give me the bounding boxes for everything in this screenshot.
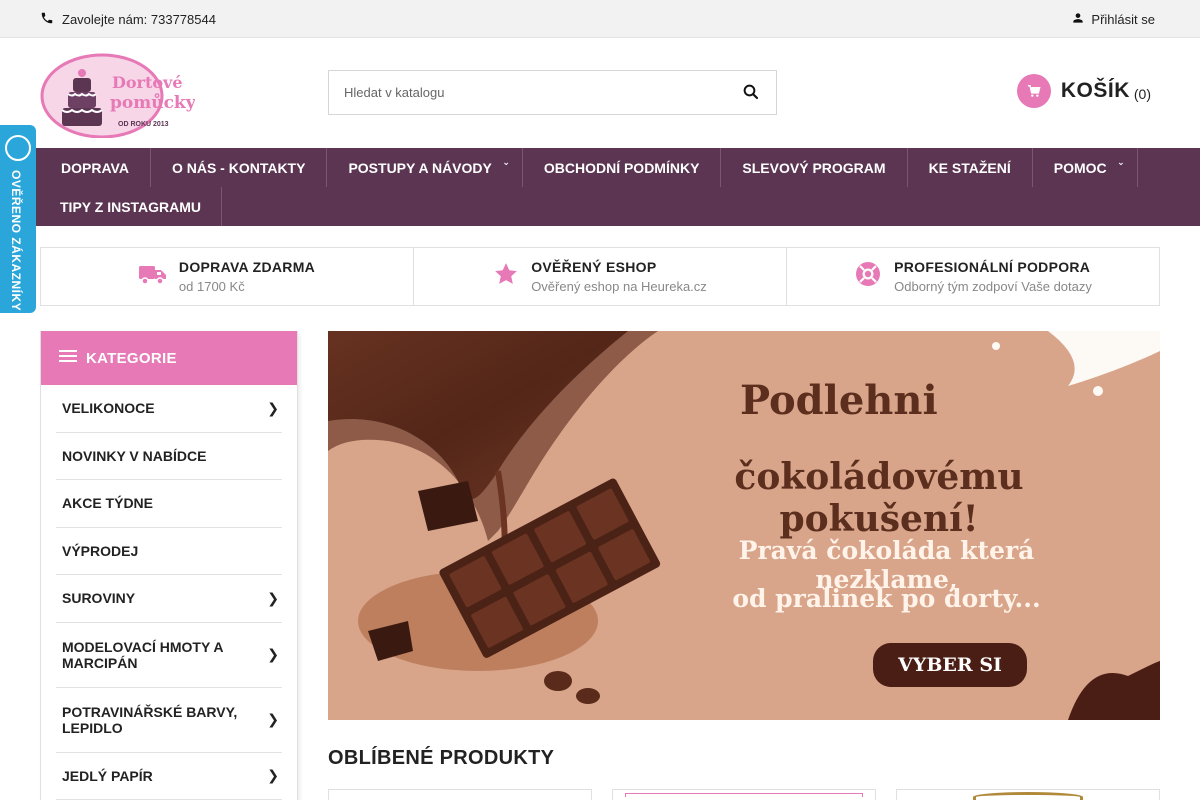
phone-text: Zavolejte nám: 733778544 xyxy=(62,12,216,27)
logo[interactable]: Dortové pomůcky OD ROKU 2013 xyxy=(40,48,197,139)
nav-item-postupy[interactable]: POSTUPY A NÁVODY ⌄ xyxy=(327,148,523,187)
cart-button[interactable]: KOŠÍK (0) xyxy=(1016,74,1151,108)
product-card[interactable] xyxy=(612,789,876,800)
product-image xyxy=(973,792,1083,800)
feature-subtitle: od 1700 Kč xyxy=(178,279,245,294)
chevron-right-icon: ❯ xyxy=(267,646,279,662)
star-icon xyxy=(493,261,519,292)
category-item-suroviny[interactable]: SUROVINY ❯ xyxy=(56,575,282,623)
nav-item-label: POSTUPY A NÁVODY xyxy=(348,159,492,176)
nav-item-label: OBCHODNÍ PODMÍNKY xyxy=(543,159,700,176)
chevron-right-icon: ❯ xyxy=(267,767,279,784)
svg-text:Dortové: Dortové xyxy=(112,73,183,92)
nav-item-label: TIPY Z INSTAGRAMU xyxy=(60,198,202,215)
badge-text: OVĚŘENO ZÁKAZNÍKY xyxy=(9,170,23,312)
nav-item-label: POMOC xyxy=(1053,159,1107,176)
category-label: SUROVINY xyxy=(62,590,136,607)
product-image xyxy=(625,793,863,797)
chevron-right-icon: ❯ xyxy=(267,711,279,727)
category-label: POTRAVINÁŘSKÉ BARVY, LEPIDLO xyxy=(62,703,238,736)
search-box xyxy=(328,70,777,115)
search-input[interactable] xyxy=(329,71,719,114)
feature-pro-support: PROFESIONÁLNÍ PODPORA Odborný tým zodpov… xyxy=(787,248,1159,305)
nav-item-pomoc[interactable]: POMOC ⌄ xyxy=(1033,148,1138,187)
nav-item-label: SLEVOVÝ PROGRAM xyxy=(742,159,886,176)
category-item-vyprodej[interactable]: VÝPRODEJ xyxy=(56,528,282,575)
category-item-barvy-lepidlo[interactable]: POTRAVINÁŘSKÉ BARVY, LEPIDLO ❯ xyxy=(56,688,282,753)
feature-title: DOPRAVA ZDARMA xyxy=(178,259,316,275)
nav-item-label: DOPRAVA xyxy=(61,159,129,176)
chevron-right-icon: ❯ xyxy=(267,399,279,416)
features-bar: DOPRAVA ZDARMA od 1700 Kč OVĚŘENÝ ESHOP … xyxy=(40,247,1160,306)
feature-subtitle: Odborný tým zodpoví Vaše dotazy xyxy=(894,279,1092,294)
category-item-velikonoce[interactable]: VELIKONOCE ❯ xyxy=(56,385,282,433)
category-label: AKCE TÝDNE xyxy=(62,495,154,512)
chevron-right-icon: ❯ xyxy=(267,589,279,606)
chevron-down-icon: ⌄ xyxy=(502,157,510,167)
category-sidebar: KATEGORIE VELIKONOCE ❯ NOVINKY V NABÍDCE … xyxy=(40,331,298,800)
feature-title: PROFESIONÁLNÍ PODPORA xyxy=(894,259,1091,275)
banner-headline: Podlehni xyxy=(740,377,938,424)
feature-title: OVĚŘENÝ ESHOP xyxy=(531,259,657,275)
lifebuoy-icon xyxy=(854,260,882,293)
favorites-heading: OBLÍBENÉ PRODUKTY xyxy=(328,747,555,769)
nav-item-o-nas[interactable]: O NÁS - KONTAKTY xyxy=(151,148,328,187)
cart-count: (0) xyxy=(1133,86,1151,102)
category-label: MODELOVACÍ HMOTY A MARCIPÁN xyxy=(62,638,223,671)
svg-text:OD ROKU 2013: OD ROKU 2013 xyxy=(118,121,169,128)
phone-contact[interactable]: Zavolejte nám: 733778544 xyxy=(40,11,216,28)
feature-verified-eshop: OVĚŘENÝ ESHOP Ověřený eshop na Heureka.c… xyxy=(414,248,787,305)
top-bar: Zavolejte nám: 733778544 Přihlásit se xyxy=(0,0,1200,38)
login-text: Přihlásit se xyxy=(1091,12,1155,27)
heureka-icon xyxy=(5,135,31,161)
svg-text:pomůcky: pomůcky xyxy=(110,92,195,113)
nav-item-doprava[interactable]: DOPRAVA xyxy=(40,148,151,187)
nav-item-label: O NÁS - KONTAKTY xyxy=(171,159,306,176)
category-item-modelovaci-hmoty[interactable]: MODELOVACÍ HMOTY A MARCIPÁN ❯ xyxy=(56,623,282,688)
category-header[interactable]: KATEGORIE xyxy=(41,331,297,385)
nav-item-slevovy-program[interactable]: SLEVOVÝ PROGRAM xyxy=(721,148,908,187)
category-item-novinky[interactable]: NOVINKY V NABÍDCE xyxy=(56,433,282,480)
category-heading: KATEGORIE xyxy=(86,349,177,367)
login-link[interactable]: Přihlásit se xyxy=(1071,11,1155,28)
banner-cta-button[interactable]: VYBER SI xyxy=(873,643,1027,687)
cart-label: KOŠÍK xyxy=(1060,79,1130,102)
category-label: VELIKONOCE xyxy=(62,400,155,417)
product-card[interactable] xyxy=(328,789,592,800)
menu-icon xyxy=(59,349,77,367)
nav-item-ke-stazeni[interactable]: KE STAŽENÍ xyxy=(908,148,1033,187)
category-label: JEDLÝ PAPÍR xyxy=(62,767,153,784)
truck-icon xyxy=(138,263,167,290)
feature-free-shipping: DOPRAVA ZDARMA od 1700 Kč xyxy=(41,248,414,305)
promo-banner[interactable]: Podlehni čokoládovému pokušení! Pravá čo… xyxy=(328,331,1160,720)
chevron-down-icon: ⌄ xyxy=(1117,157,1125,167)
banner-headline-2: čokoládovému pokušení! xyxy=(734,456,1024,540)
nav-item-label: KE STAŽENÍ xyxy=(928,159,1011,176)
category-label: VÝPRODEJ xyxy=(62,542,139,559)
main-nav: DOPRAVA O NÁS - KONTAKTY POSTUPY A NÁVOD… xyxy=(0,148,1200,226)
category-item-jedly-papir[interactable]: JEDLÝ PAPÍR ❯ xyxy=(56,753,282,800)
category-label: NOVINKY V NABÍDCE xyxy=(62,447,207,464)
cart-icon xyxy=(1016,74,1051,108)
banner-subline-2: od pralinek po dorty... xyxy=(732,584,1041,613)
user-icon xyxy=(1071,11,1085,28)
nav-item-tipy-instagram[interactable]: TIPY Z INSTAGRAMU xyxy=(40,187,223,226)
feature-subtitle: Ověřený eshop na Heureka.cz xyxy=(531,279,707,294)
verified-customers-badge[interactable]: OVĚŘENO ZÁKAZNÍKY xyxy=(0,125,36,313)
header: Dortové pomůcky OD ROKU 2013 KOŠÍK (0) xyxy=(0,38,1200,148)
product-card[interactable] xyxy=(896,789,1160,800)
phone-icon xyxy=(40,11,54,28)
category-item-akce-tydne[interactable]: AKCE TÝDNE xyxy=(56,480,282,528)
search-icon[interactable] xyxy=(742,83,762,103)
nav-item-obchodni-podminky[interactable]: OBCHODNÍ PODMÍNKY xyxy=(523,148,722,187)
